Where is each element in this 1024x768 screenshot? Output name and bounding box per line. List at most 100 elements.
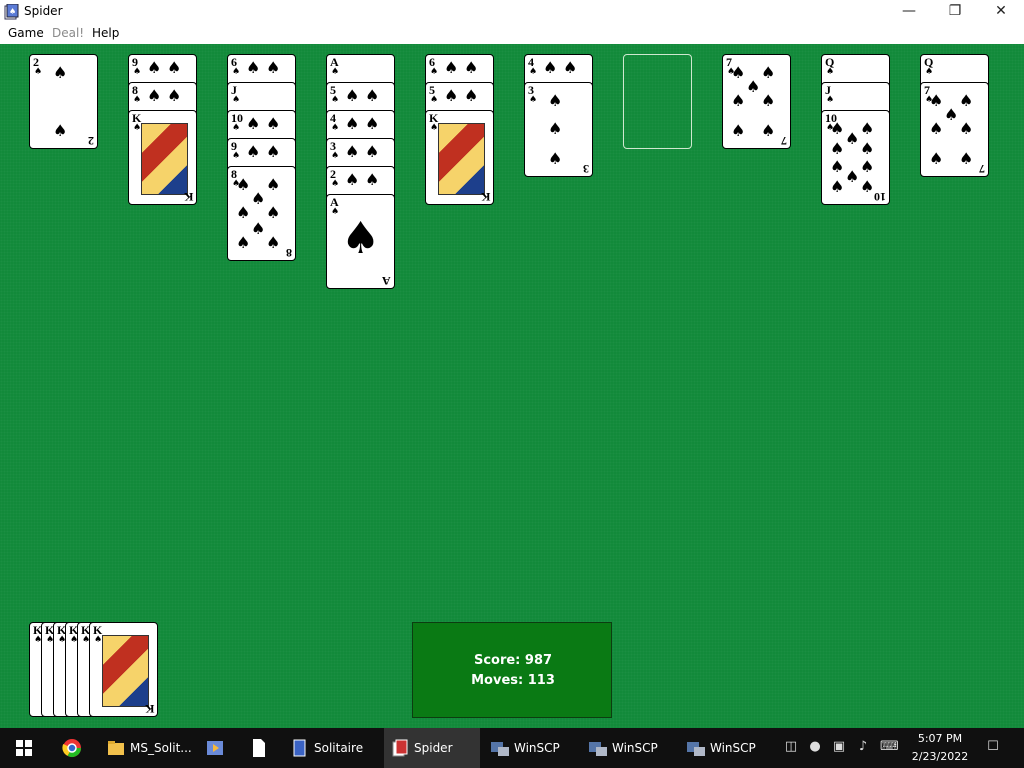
playing-card[interactable]: 3 ♠ ♠ ♠ ♠ 3 [524, 82, 593, 177]
spade-icon: ♠ [345, 170, 360, 189]
spade-icon: ♠ [246, 114, 261, 133]
spade-icon: ♠ [548, 149, 563, 168]
spade-icon: ♠ [167, 86, 182, 105]
card-rank-bottom: 3 [583, 162, 589, 176]
score-text: Score: 987 [473, 653, 553, 668]
spade-icon: ♠ [444, 58, 459, 77]
spade-icon: ♠ [845, 167, 860, 186]
playing-card[interactable]: 10 ♠ ♠ ♠ ♠ ♠ ♠ ♠ ♠ ♠ ♠ ♠ 10 [821, 110, 890, 205]
spade-icon: ♠ [251, 189, 266, 208]
spade-icon: ♠ [563, 58, 578, 77]
title-bar: ♠ Spider — ❐ ✕ [0, 0, 1024, 24]
spade-icon: ♠ [236, 203, 251, 222]
playing-card[interactable]: 7 ♠ ♠ ♠ ♠ ♠ ♠ ♠ ♠ 7 [920, 82, 989, 177]
taskbar-media[interactable] [196, 728, 234, 768]
spade-icon: ♠ [147, 58, 162, 77]
taskbar-winscp-3[interactable]: WinSCP [680, 728, 776, 768]
playing-card[interactable]: 2 ♠ ♠ ♠ 2 [29, 54, 98, 149]
spade-icon: ♠ [845, 129, 860, 148]
big-spade-icon: ♠ [341, 213, 381, 264]
spade-icon: ♠ [331, 179, 340, 189]
menu-game[interactable]: Game [8, 26, 44, 40]
playing-card[interactable]: K ♠ K [128, 110, 197, 205]
spade-icon: ♠ [430, 67, 439, 77]
spade-icon: ♠ [266, 114, 281, 133]
restore-button[interactable]: ❐ [932, 0, 978, 24]
spade-icon: ♠ [345, 114, 360, 133]
spade-icon: ♠ [548, 91, 563, 110]
spade-icon: ♠ [345, 142, 360, 161]
spade-icon: ♠ [548, 119, 563, 138]
start-button[interactable] [0, 728, 48, 768]
security-icon[interactable]: ◫ [784, 740, 798, 754]
window-title: Spider [24, 4, 63, 18]
svg-text:♠: ♠ [9, 7, 16, 16]
taskbar-winscp-2[interactable]: WinSCP [582, 728, 678, 768]
taskbar-spider-label: Spider [414, 741, 453, 755]
menu-deal[interactable]: Deal! [52, 26, 84, 40]
spade-icon: ♠ [830, 177, 845, 196]
media-icon [207, 741, 223, 755]
spade-icon: ♠ [246, 58, 261, 77]
taskbar-file[interactable] [240, 728, 278, 768]
spade-icon: ♠ [232, 123, 241, 133]
spade-icon: ♠ [133, 123, 142, 133]
network-icon[interactable]: ▣ [832, 740, 846, 754]
notifications-icon[interactable]: ☐ [984, 740, 1002, 754]
winscp-icon [589, 742, 607, 756]
minimize-button[interactable]: — [886, 0, 932, 24]
spade-icon: ♠ [464, 86, 479, 105]
spade-icon: ♠ [826, 67, 835, 77]
card-rank-bottom: A [382, 274, 391, 288]
winscp-icon [491, 742, 509, 756]
spade-icon: ♠ [959, 91, 974, 110]
playing-card[interactable]: 8 ♠ ♠ ♠ ♠ ♠ ♠ ♠ ♠ ♠ 8 [227, 166, 296, 261]
spade-icon: ♠ [731, 91, 746, 110]
close-button[interactable]: ✕ [978, 0, 1024, 24]
spade-icon: ♠ [830, 157, 845, 176]
taskbar-chrome[interactable] [50, 728, 94, 768]
playing-card[interactable]: K ♠ K [89, 622, 158, 717]
empty-column-slot[interactable] [623, 54, 692, 149]
spade-icon: ♠ [266, 203, 281, 222]
spade-icon: ♠ [860, 119, 875, 138]
keyboard-icon[interactable]: ⌨ [880, 740, 899, 754]
spade-icon: ♠ [53, 121, 68, 140]
card-rank-bottom: 7 [979, 162, 985, 176]
menu-help[interactable]: Help [92, 26, 119, 40]
spider-app-icon: ♠ [4, 3, 19, 20]
spade-icon: ♠ [529, 67, 538, 77]
spade-icon: ♠ [543, 58, 558, 77]
spade-icon: ♠ [444, 86, 459, 105]
playing-card[interactable]: A ♠ ♠ A [326, 194, 395, 289]
spade-icon: ♠ [331, 67, 340, 77]
taskbar-spider[interactable]: Spider [384, 728, 480, 768]
spade-icon: ♠ [529, 95, 538, 105]
spade-icon: ♠ [266, 142, 281, 161]
card-rank-bottom: K [480, 190, 490, 204]
clock[interactable]: 5:07 PM 2/23/2022 [900, 730, 980, 766]
playing-card[interactable]: K ♠ K [425, 110, 494, 205]
volume-icon[interactable]: ♪ [856, 740, 870, 754]
spade-icon: ♠ [331, 207, 340, 217]
spade-icon: ♠ [746, 77, 761, 96]
spade-icon: ♠ [929, 149, 944, 168]
taskbar-solitaire[interactable]: Solitaire [284, 728, 380, 768]
menu-bar: Game Deal! Help [0, 24, 1024, 44]
taskbar-folder[interactable]: MS_Solit... [100, 728, 192, 768]
spade-icon: ♠ [365, 170, 380, 189]
spade-icon: ♠ [236, 233, 251, 252]
spade-icon: ♠ [944, 105, 959, 124]
spade-icon: ♠ [232, 67, 241, 77]
taskbar-winscp-1[interactable]: WinSCP [484, 728, 580, 768]
chrome-tray-icon[interactable]: ● [808, 740, 822, 754]
face-card-art [102, 635, 149, 707]
spade-icon: ♠ [331, 151, 340, 161]
spade-icon: ♠ [860, 139, 875, 158]
spade-icon: ♠ [331, 123, 340, 133]
taskbar: MS_Solit... Solitaire Spider WinSCP WinS… [0, 728, 1024, 768]
spade-icon: ♠ [232, 95, 241, 105]
playing-card[interactable]: 7 ♠ ♠ ♠ ♠ ♠ ♠ ♠ ♠ 7 [722, 54, 791, 149]
spade-icon: ♠ [464, 58, 479, 77]
solitaire-icon [293, 739, 306, 757]
